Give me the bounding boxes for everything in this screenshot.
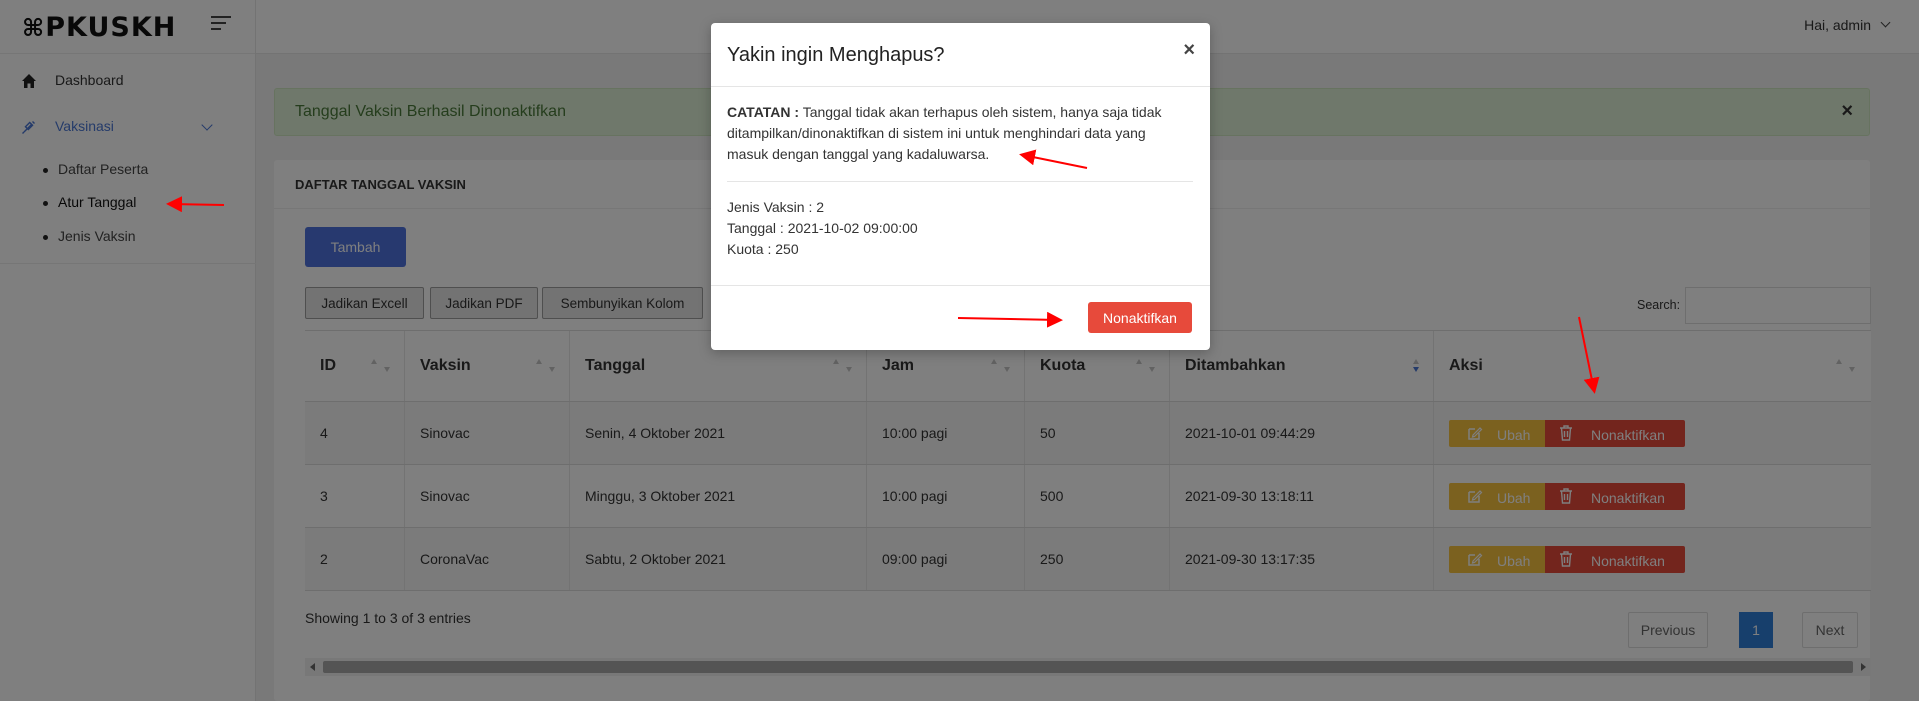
detail-kuota: Kuota : 250 — [727, 241, 799, 257]
modal-divider — [727, 181, 1193, 182]
modal-note: CATATAN : Tanggal tidak akan terhapus ol… — [727, 102, 1167, 165]
detail-jenis-vaksin: Jenis Vaksin : 2 — [727, 199, 825, 215]
modal-title: Yakin ingin Menghapus? — [727, 44, 945, 66]
modal-divider — [711, 86, 1210, 87]
note-label: CATATAN : — [727, 104, 800, 120]
confirm-modal: Yakin ingin Menghapus? × CATATAN : Tangg… — [711, 23, 1210, 350]
close-icon[interactable]: × — [1183, 39, 1195, 62]
modal-divider — [711, 285, 1210, 286]
detail-tanggal: Tanggal : 2021-10-02 09:00:00 — [727, 220, 918, 236]
confirm-deactivate-button[interactable]: Nonaktifkan — [1088, 302, 1192, 333]
